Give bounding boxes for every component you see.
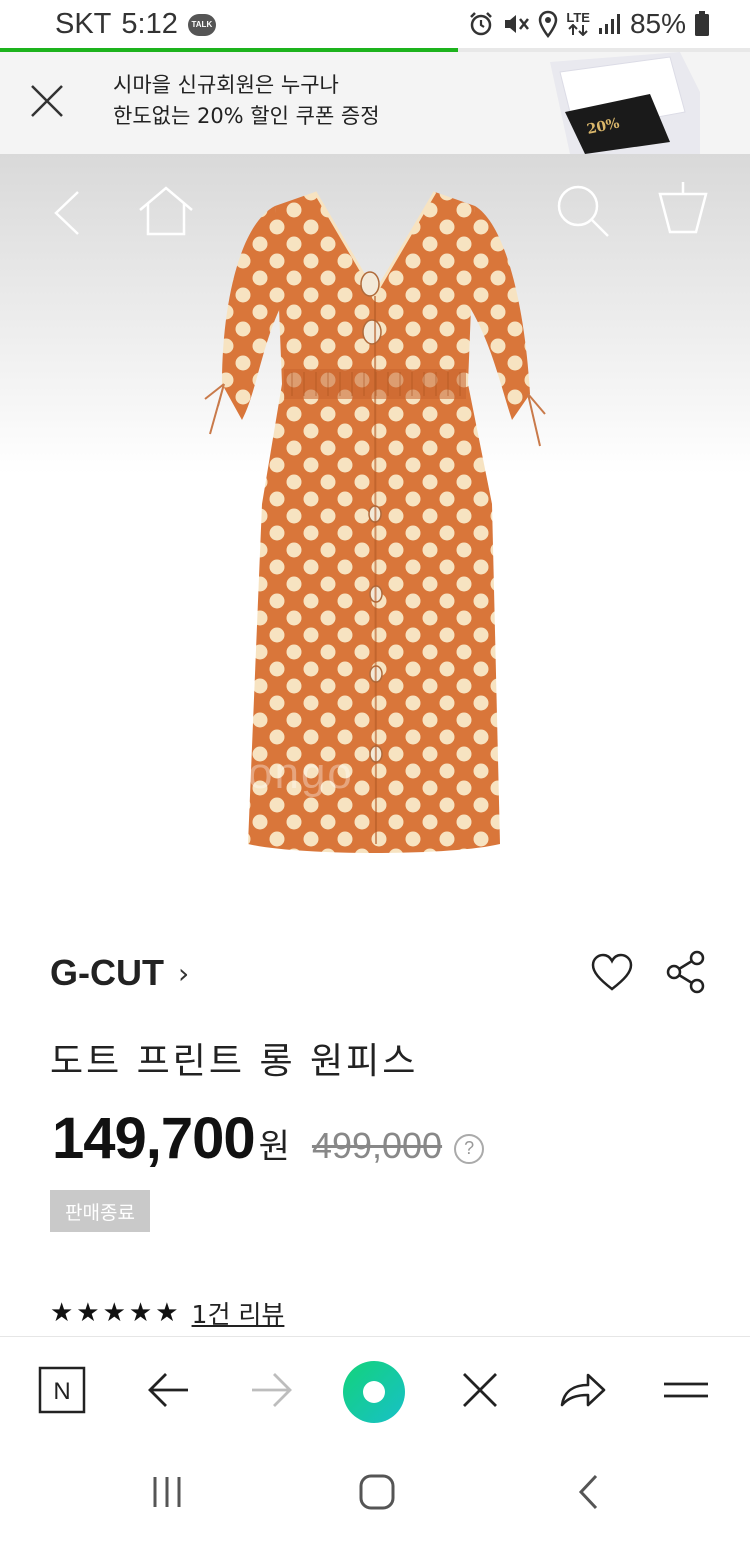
browser-share-button[interactable] [557,1365,607,1415]
battery-percent: 85% [629,8,686,39]
rating-stars: ★★★★★ [50,1298,182,1328]
browser-back-button[interactable] [143,1365,193,1415]
promo-text: 시마을 신규회원은 누구나 한도없는 20% 할인 쿠폰 증정 [113,70,380,132]
status-left: SKT 5:12 TALK [55,8,216,41]
sold-out-badge: 판매종료 [50,1190,150,1232]
green-dot-button[interactable] [341,1359,407,1425]
menu-icon [664,1382,708,1398]
back-arrow-icon [148,1373,188,1407]
forward-arrow-icon [252,1373,292,1407]
naver-home-button[interactable]: N [37,1365,87,1415]
share-arrow-icon [560,1373,606,1407]
recent-apps-icon [153,1477,181,1507]
browser-toolbar: N [0,1336,750,1442]
cart-button[interactable] [658,180,708,240]
clock: 5:12 [121,8,178,40]
coupon-card-image: 20% [530,52,700,154]
promo-line-1: 시마을 신규회원은 누구나 [113,73,339,97]
search-icon [557,185,609,237]
sale-price: 149,700 [52,1106,256,1171]
product-title: 도트 프린트 롱 원피스 [50,1041,419,1082]
back-nav-icon [578,1474,598,1510]
signal-icon [598,12,622,36]
naver-letter: N [53,1378,70,1405]
recent-apps-button[interactable] [142,1470,192,1514]
price-help-icon[interactable]: ? [454,1133,485,1164]
image-watermark: ongo [248,749,354,798]
android-nav-bar [0,1442,750,1541]
close-icon [463,1373,497,1407]
lte-label: LTE [566,10,590,25]
home-icon [139,186,193,236]
green-dot-icon [343,1361,405,1423]
original-price: 499,000 [311,1125,443,1166]
carrier: SKT [55,8,112,40]
promo-close-button[interactable] [26,80,68,122]
browser-close-button[interactable] [455,1365,505,1415]
wishlist-button[interactable] [591,953,633,993]
home-nav-button[interactable] [352,1470,402,1514]
lte-icon: LTE [566,10,590,36]
brand-link[interactable]: G-CUT › [50,952,189,994]
browser-menu-button[interactable] [661,1365,711,1415]
back-icon [54,191,79,235]
product-image-area[interactable]: ongo [0,154,750,914]
cart-icon [658,182,708,234]
browser-forward-button[interactable] [247,1365,297,1415]
price-unit: 원 [258,1127,290,1167]
back-button[interactable] [50,190,84,240]
back-nav-button[interactable] [563,1470,613,1514]
promo-banner[interactable]: 시마을 신규회원은 누구나 한도없는 20% 할인 쿠폰 증정 20% [0,52,750,154]
close-icon [31,85,63,117]
heart-icon [591,953,633,991]
review-count-link[interactable]: 1건 리뷰 [192,1295,285,1331]
price-row: 149,700 원 499,000 ? [52,1105,485,1172]
home-nav-icon [359,1474,395,1510]
mute-icon [502,11,530,37]
share-icon [666,950,705,994]
naver-logo-icon: N [38,1366,86,1414]
location-icon [538,10,558,38]
status-right: LTE 85% [468,8,710,40]
home-button[interactable] [138,186,194,240]
alarm-icon [468,11,494,37]
promo-line-2: 한도없는 20% 할인 쿠폰 증정 [113,104,380,128]
status-bar: SKT 5:12 TALK LTE 85% [0,0,750,48]
share-button[interactable] [665,950,707,994]
chevron-right-icon: › [177,956,190,990]
review-row: ★★★★★ 1건 리뷰 [50,1295,284,1331]
brand-name: G-CUT [50,952,164,993]
talk-notification-icon: TALK [187,13,216,36]
search-button[interactable] [556,184,610,242]
battery-icon [694,11,710,37]
